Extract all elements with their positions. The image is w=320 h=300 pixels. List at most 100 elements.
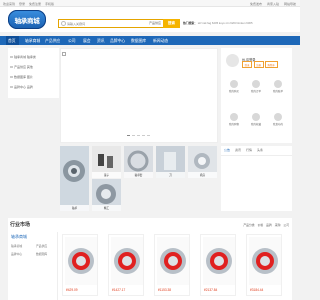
mobile-link[interactable]: 手机版 xyxy=(45,2,54,6)
category-icon xyxy=(10,55,13,59)
carousel-dots xyxy=(127,135,150,137)
product-thumb-label: 滚子 xyxy=(92,172,121,178)
product-thumb-label: 轴承 xyxy=(60,205,89,211)
product-strip: 轴承 滚子 轴承套 刀 机床 精工 xyxy=(60,146,218,211)
news-tabs: 公告 资讯 行情 头条 xyxy=(221,146,292,156)
product-card[interactable]: ¥1427.17 xyxy=(108,234,144,296)
industry-section: 行业市场 产品分类 价格 品牌 采购 公司 轴承商城 轴承商城 产品供应 品牌中… xyxy=(8,218,292,300)
search-box: 产品供应 搜索 xyxy=(58,19,180,28)
tab-notice[interactable]: 公告 xyxy=(224,148,230,152)
search-category-select[interactable]: 产品供应 xyxy=(149,21,161,25)
carousel-dot[interactable] xyxy=(142,135,145,137)
sitemap-link[interactable]: 网站导航 xyxy=(284,2,296,6)
carousel-dot[interactable] xyxy=(137,135,140,137)
section-links: 产品分类 价格 品牌 采购 公司 xyxy=(243,223,289,227)
section-sidebar-item[interactable]: 轴承商城 xyxy=(11,244,22,248)
category-item[interactable]: 数据图库 图片 xyxy=(10,75,33,79)
nav-home[interactable]: 首页 xyxy=(8,39,16,44)
product-price: ¥1427.17 xyxy=(112,288,126,292)
nav-bearing-mall[interactable]: 轴承商城 xyxy=(25,39,40,44)
product-thumb-label: 精工 xyxy=(92,205,121,211)
search-input[interactable] xyxy=(67,21,137,26)
search-icon xyxy=(61,21,66,26)
tab-headline[interactable]: 头条 xyxy=(257,148,263,152)
section-link[interactable]: 产品分类 xyxy=(243,223,254,227)
section-sidebar-title[interactable]: 轴承商城 xyxy=(11,234,27,240)
quick-link-icon xyxy=(274,80,282,88)
quick-link-icon xyxy=(230,80,238,88)
quick-link-label: 我发布的 xyxy=(272,123,283,126)
nav-news[interactable]: 资讯 xyxy=(97,39,105,44)
product-thumb[interactable]: 轴承 xyxy=(60,146,89,211)
section-link[interactable]: 价格 xyxy=(258,223,264,227)
quick-link-label: 我的收藏 xyxy=(250,123,261,126)
quick-link[interactable]: 我的购买 xyxy=(225,80,243,93)
category-label: 产品供应 其他 xyxy=(14,65,33,69)
section-link[interactable]: 品牌 xyxy=(266,223,272,227)
tab-news[interactable]: 资讯 xyxy=(235,148,241,152)
broken-image-icon xyxy=(62,52,66,56)
hot-label: 热门搜索： xyxy=(183,21,197,25)
nav-supply[interactable]: 产品供应 xyxy=(45,39,60,44)
carousel-dot[interactable] xyxy=(147,135,150,137)
nav-updates[interactable]: 新闻动态 xyxy=(153,39,168,44)
login-link[interactable]: 登录 xyxy=(19,2,25,6)
quick-link-icon xyxy=(230,113,238,121)
section-link[interactable]: 采购 xyxy=(275,223,281,227)
tab-market[interactable]: 行情 xyxy=(246,148,252,152)
carousel-dot[interactable] xyxy=(132,135,135,137)
category-label: 轴承商城 轴承类 xyxy=(14,55,36,59)
nav-brand[interactable]: 品牌中心 xyxy=(110,39,125,44)
category-item[interactable]: 产品供应 其他 xyxy=(10,65,33,69)
register-link[interactable]: 免费注册 xyxy=(29,2,41,6)
product-price: ¥429.09 xyxy=(66,288,78,292)
section-link[interactable]: 公司 xyxy=(283,223,289,227)
product-thumb[interactable]: 机床 xyxy=(188,146,217,178)
quick-link[interactable]: 我的账单 xyxy=(269,80,287,93)
product-thumb[interactable]: 滚子 xyxy=(92,146,121,178)
category-item[interactable]: 轴承商城 轴承类 xyxy=(10,55,36,59)
hot-words: 热门搜索： skf nsk fag 6205 koyo ntn 6203 tim… xyxy=(183,21,253,25)
category-label: 品牌中心 品牌 xyxy=(14,85,33,89)
merchant-link[interactable]: 商家入驻 xyxy=(267,2,279,6)
search-button[interactable]: 搜索 xyxy=(163,19,180,28)
quick-link-icon xyxy=(274,113,282,121)
hot-words-list[interactable]: skf nsk fag 6205 koyo ntn 6203 timken 63… xyxy=(198,21,253,25)
product-image xyxy=(65,237,97,285)
product-thumb[interactable]: 轴承套 xyxy=(124,146,153,178)
quick-link[interactable]: 我发布的 xyxy=(269,113,287,126)
category-icon xyxy=(10,75,13,79)
carousel-dot[interactable] xyxy=(127,135,130,137)
nav-company[interactable]: 公司 xyxy=(68,39,76,44)
nav-gallery[interactable]: 数据图库 xyxy=(131,39,146,44)
product-thumb-label: 刀 xyxy=(156,172,185,178)
news-list xyxy=(221,156,292,211)
banner-carousel[interactable] xyxy=(60,48,218,143)
quick-link-label: 我的账单 xyxy=(272,90,283,93)
product-card[interactable]: ¥3184.44 xyxy=(246,234,282,296)
quick-link-label: 我的购物 xyxy=(228,123,239,126)
publish-link[interactable]: 免费发布 xyxy=(250,2,262,6)
quick-link[interactable]: 我的收藏 xyxy=(247,113,265,126)
section-sidebar-item[interactable]: 品牌中心 xyxy=(11,252,22,256)
login-button[interactable]: 登录 xyxy=(242,61,253,68)
product-thumb[interactable]: 精工 xyxy=(92,179,121,211)
product-card[interactable]: ¥1153.38 xyxy=(154,234,190,296)
main-nav: 首页 轴承商城 产品供应 公司 展会 资讯 品牌中心 数据图库 新闻动态 xyxy=(0,36,300,45)
section-sidebar-item[interactable]: 数据图库 xyxy=(36,252,47,256)
product-card[interactable]: ¥429.09 xyxy=(62,234,98,296)
quick-link[interactable]: 我的购物 xyxy=(225,113,243,126)
cart-button[interactable]: 购物车 xyxy=(265,61,278,68)
quick-link[interactable]: 我的订单 xyxy=(247,80,265,93)
product-price: ¥1153.38 xyxy=(158,288,172,292)
site-logo[interactable]: 轴承商城 xyxy=(8,10,46,29)
register-button[interactable]: 注册 xyxy=(253,61,264,68)
category-label: 数据图库 图片 xyxy=(14,75,33,79)
user-panel: Hi,请登录 登录 注册 购物车 我的购买 我的订单 我的账单 我的购物 我的收… xyxy=(221,48,292,143)
product-thumb[interactable]: 刀 xyxy=(156,146,185,178)
category-item[interactable]: 品牌中心 品牌 xyxy=(10,85,33,89)
product-card[interactable]: ¥2137.84 xyxy=(200,234,236,296)
section-sidebar-item[interactable]: 产品供应 xyxy=(36,244,47,248)
nav-expo[interactable]: 展会 xyxy=(83,39,91,44)
product-price: ¥2137.84 xyxy=(204,288,218,292)
